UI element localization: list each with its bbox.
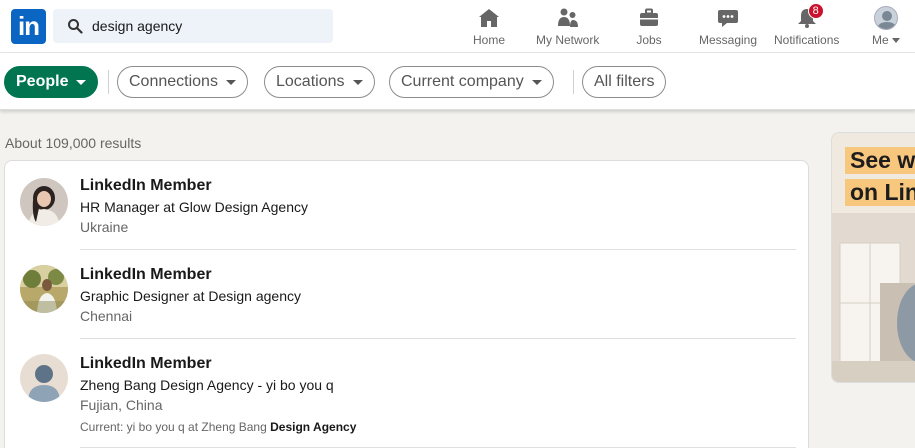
promo-ad[interactable]: See w on Lin [831, 132, 915, 383]
search-bar[interactable] [53, 9, 333, 43]
connections-filter-label: Connections [129, 73, 218, 90]
locations-filter-button[interactable]: Locations [264, 66, 375, 98]
nav-jobs[interactable]: Jobs [636, 5, 662, 49]
filter-divider [108, 70, 109, 94]
current-company-filter-label: Current company [401, 73, 524, 90]
avatar [874, 6, 898, 30]
home-icon [476, 5, 502, 31]
nav-home-label: Home [473, 33, 506, 47]
nav-me-label-wrap: Me [872, 33, 901, 47]
briefcase-icon [636, 5, 662, 31]
result-title: HR Manager at Glow Design Agency [80, 199, 308, 215]
result-location: Ukraine [80, 219, 129, 235]
results-card: LinkedIn Member HR Manager at Glow Desig… [4, 160, 809, 448]
chevron-down-icon [892, 38, 901, 44]
all-filters-button[interactable]: All filters [582, 66, 667, 98]
chevron-down-icon [225, 79, 236, 85]
bell-icon: 8 [794, 3, 824, 31]
result-location: Fujian, China [80, 397, 163, 413]
nav-jobs-label: Jobs [636, 33, 662, 47]
current-position-highlight: Design Agency [270, 420, 357, 434]
nav-my-network[interactable]: My Network [536, 5, 599, 49]
divider [80, 249, 796, 250]
avatar[interactable] [20, 178, 68, 226]
current-company-filter-button[interactable]: Current company [389, 66, 554, 98]
result-current-position: Current: yi bo you q at Zheng Bang Desig… [80, 420, 356, 434]
result-location: Chennai [80, 308, 133, 324]
current-position-text: Current: yi bo you q at Zheng Bang [80, 420, 267, 434]
ad-headline-line2: on Lin [845, 179, 915, 206]
nav-my-network-label: My Network [536, 33, 600, 47]
chevron-down-icon [76, 79, 87, 85]
search-input[interactable] [92, 18, 322, 34]
chevron-down-icon [531, 79, 542, 85]
nav-me[interactable]: Me [872, 5, 901, 49]
linkedin-logo[interactable]: in [11, 9, 46, 44]
nav-notifications-label: Notifications [774, 33, 840, 47]
search-icon [68, 19, 83, 34]
notifications-badge: 8 [807, 3, 824, 19]
nav-notifications[interactable]: 8 Notifications [774, 3, 840, 49]
nav-messaging-label: Messaging [699, 33, 758, 47]
result-name[interactable]: LinkedIn Member [80, 177, 212, 195]
network-icon [555, 5, 581, 31]
ad-headline-line1: See w [845, 147, 915, 174]
all-filters-label: All filters [594, 73, 655, 90]
top-navigation: in Home My Network Jobs Messaging 8 Noti… [0, 0, 915, 53]
people-filter-label: People [16, 73, 69, 90]
nav-messaging[interactable]: Messaging [699, 5, 757, 49]
connections-filter-button[interactable]: Connections [117, 66, 248, 98]
result-name[interactable]: LinkedIn Member [80, 266, 212, 284]
messaging-icon [715, 5, 741, 31]
result-name[interactable]: LinkedIn Member [80, 355, 212, 373]
avatar[interactable] [20, 265, 68, 313]
chevron-down-icon [352, 79, 363, 85]
nav-me-label: Me [872, 33, 889, 47]
divider [80, 338, 796, 339]
results-count: About 109,000 results [5, 135, 142, 151]
avatar[interactable] [20, 354, 68, 402]
locations-filter-label: Locations [276, 73, 345, 90]
me-avatar-wrap [873, 5, 899, 31]
filter-bar: People Connections Locations Current com… [0, 53, 915, 110]
result-title: Zheng Bang Design Agency - yi bo you q [80, 377, 334, 393]
filter-divider [573, 70, 574, 94]
result-title: Graphic Designer at Design agency [80, 288, 302, 304]
nav-home[interactable]: Home [473, 5, 505, 49]
people-filter-button[interactable]: People [4, 66, 99, 98]
